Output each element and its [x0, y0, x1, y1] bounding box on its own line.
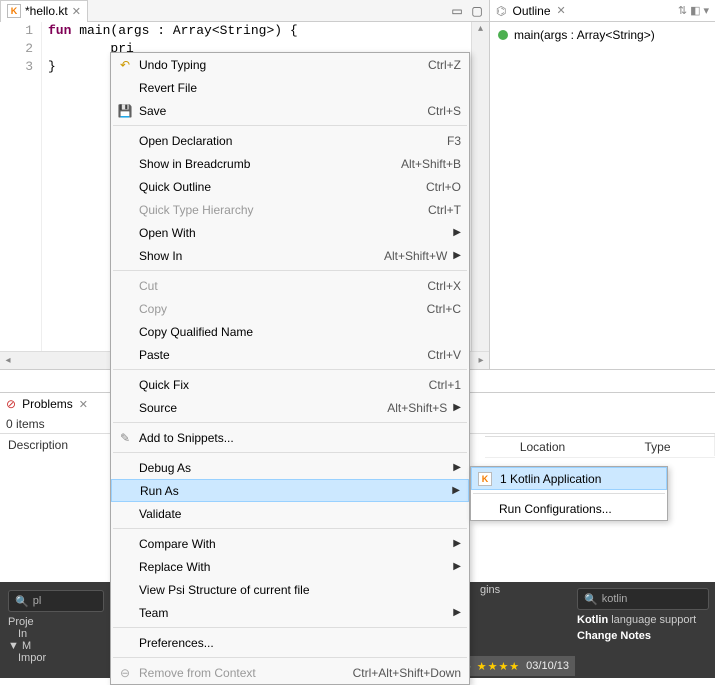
search-icon: 🔍 [15, 595, 29, 608]
submenu-arrow-icon: ▶ [453, 227, 461, 238]
menu-team[interactable]: Team ▶ [111, 601, 469, 624]
submenu-arrow-icon: ▶ [453, 462, 461, 473]
editor-tab-title: *hello.kt [25, 4, 68, 18]
menu-separator [113, 627, 467, 628]
search-left-text: pl [33, 595, 42, 607]
method-icon [498, 30, 508, 40]
search-input-left[interactable]: 🔍 pl [8, 590, 104, 612]
row-stars: ★★★★ [477, 660, 520, 673]
outline-item-main[interactable]: main(args : Array<String>) [498, 28, 707, 42]
menu-separator [113, 369, 467, 370]
menu-copy: Copy Ctrl+C [111, 297, 469, 320]
menu-source[interactable]: Source Alt+Shift+S ▶ [111, 396, 469, 419]
menu-replace-with[interactable]: Replace With ▶ [111, 555, 469, 578]
submenu-arrow-icon: ▶ [453, 561, 461, 572]
menu-save[interactable]: 💾 Save Ctrl+S [111, 99, 469, 122]
submenu-kotlin-application[interactable]: K 1 Kotlin Application [471, 467, 667, 490]
menu-separator [113, 125, 467, 126]
submenu-arrow-icon: ▶ [453, 607, 461, 618]
submenu-run-configurations[interactable]: Run Configurations... [471, 497, 667, 520]
menu-open-with[interactable]: Open With ▶ [111, 221, 469, 244]
row-date: 03/10/13 [526, 660, 569, 672]
menu-quick-fix[interactable]: Quick Fix Ctrl+1 [111, 373, 469, 396]
submenu-arrow-icon: ▶ [453, 250, 461, 261]
outline-tree-icon: ⌬ [496, 4, 506, 18]
problems-title: Problems [22, 397, 73, 411]
menu-open-declaration[interactable]: Open Declaration F3 [111, 129, 469, 152]
problems-icon: ⊘ [6, 397, 16, 411]
menu-show-breadcrumb[interactable]: Show in Breadcrumb Alt+Shift+B [111, 152, 469, 175]
scroll-right-icon[interactable]: ▸ [473, 353, 489, 369]
menu-quick-type-hierarchy: Quick Type Hierarchy Ctrl+T [111, 198, 469, 221]
outline-menu-icon[interactable]: ▾ [703, 4, 709, 17]
menu-run-as[interactable]: Run As ▶ [111, 479, 469, 502]
outline-tab-bar: ⌬ Outline ✕ ⇅ ◧ ▾ [490, 0, 715, 22]
menu-view-psi[interactable]: View Psi Structure of current file [111, 578, 469, 601]
editor-tab-hello[interactable]: K *hello.kt ✕ [0, 0, 88, 22]
outline-filter-icon[interactable]: ◧ [690, 4, 700, 17]
run-as-submenu: K 1 Kotlin Application Run Configuration… [470, 466, 668, 521]
menu-revert-file[interactable]: Revert File [111, 76, 469, 99]
outline-title: Outline [512, 4, 550, 18]
minimize-icon[interactable]: ▭ [449, 3, 465, 19]
close-tab-icon[interactable]: ✕ [72, 5, 81, 18]
category-tree[interactable]: Proje In ▼ M Impor [8, 616, 104, 664]
save-icon: 💾 [117, 103, 133, 119]
menu-quick-outline[interactable]: Quick Outline Ctrl+O [111, 175, 469, 198]
search-right-text: kotlin [602, 593, 628, 605]
menu-paste[interactable]: Paste Ctrl+V [111, 343, 469, 366]
menu-cut: Cut Ctrl+X [111, 274, 469, 297]
problems-col-location[interactable]: Location [485, 440, 600, 454]
problems-col-type[interactable]: Type [600, 440, 715, 454]
outline-sort-icon[interactable]: ⇅ [678, 4, 687, 17]
submenu-arrow-icon: ▶ [452, 485, 460, 496]
maximize-icon[interactable]: ▢ [469, 3, 485, 19]
vertical-scrollbar[interactable]: ▴ [471, 22, 489, 351]
snippet-icon: ✎ [117, 430, 133, 446]
search-icon: 🔍 [584, 593, 598, 606]
editor-tab-bar: K *hello.kt ✕ ▭ ▢ [0, 0, 489, 22]
menu-separator [113, 528, 467, 529]
editor-context-menu: ↶ Undo Typing Ctrl+Z Revert File 💾 Save … [110, 52, 470, 685]
line-gutter: 1 2 3 [0, 22, 42, 351]
menu-remove-context: ⊖ Remove from Context Ctrl+Alt+Shift+Dow… [111, 661, 469, 684]
problems-right-columns: Location Type [485, 392, 715, 458]
menu-show-in[interactable]: Show In Alt+Shift+W ▶ [111, 244, 469, 267]
scroll-left-icon[interactable]: ◂ [0, 353, 16, 369]
submenu-arrow-icon: ▶ [453, 538, 461, 549]
change-notes[interactable]: Change Notes [577, 630, 709, 642]
problems-close-icon[interactable]: ✕ [79, 398, 88, 411]
menu-separator [113, 657, 467, 658]
submenu-arrow-icon: ▶ [453, 402, 461, 413]
dark-header-gins: gins [480, 584, 500, 596]
kotlin-file-icon: K [7, 4, 21, 18]
menu-preferences[interactable]: Preferences... [111, 631, 469, 654]
outline-close-icon[interactable]: ✕ [557, 4, 566, 17]
menu-undo-typing[interactable]: ↶ Undo Typing Ctrl+Z [111, 53, 469, 76]
menu-separator [113, 422, 467, 423]
menu-separator [113, 270, 467, 271]
undo-icon: ↶ [117, 57, 133, 73]
menu-compare-with[interactable]: Compare With ▶ [111, 532, 469, 555]
search-input-right[interactable]: 🔍 kotlin [577, 588, 709, 610]
outline-item-label: main(args : Array<String>) [514, 28, 655, 42]
kotlin-icon: K [478, 472, 492, 486]
remove-icon: ⊖ [117, 665, 133, 681]
menu-add-snippets[interactable]: ✎ Add to Snippets... [111, 426, 469, 449]
scroll-up-icon[interactable]: ▴ [472, 22, 489, 38]
menu-debug-as[interactable]: Debug As ▶ [111, 456, 469, 479]
menu-copy-qualified-name[interactable]: Copy Qualified Name [111, 320, 469, 343]
menu-separator [473, 493, 665, 494]
menu-separator [113, 452, 467, 453]
kotlin-language-support[interactable]: Kotlin language support [577, 614, 709, 626]
menu-validate[interactable]: Validate [111, 502, 469, 525]
